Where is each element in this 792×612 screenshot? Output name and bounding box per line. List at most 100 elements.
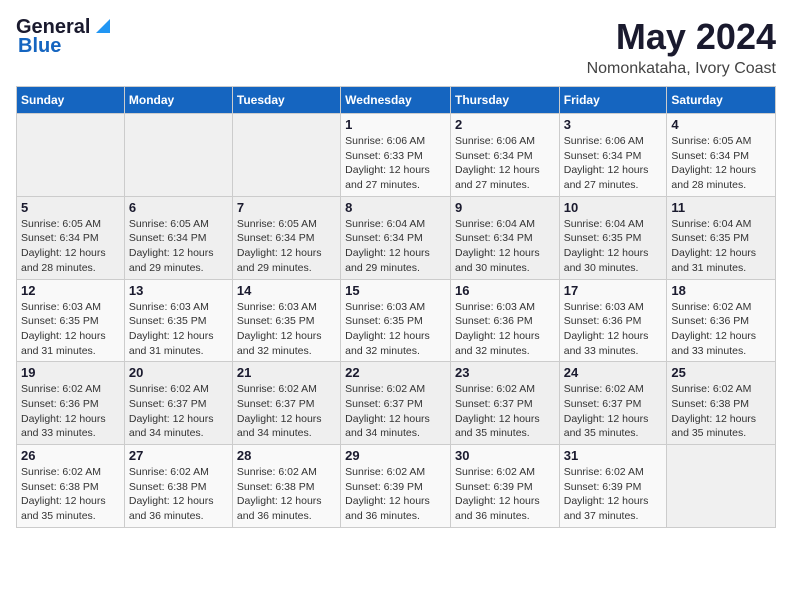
- calendar-day-cell: 10 Sunrise: 6:04 AMSunset: 6:35 PMDaylig…: [559, 196, 667, 279]
- calendar-week-row: 1 Sunrise: 6:06 AMSunset: 6:33 PMDayligh…: [17, 114, 776, 197]
- day-info: Sunrise: 6:04 AMSunset: 6:35 PMDaylight:…: [564, 218, 649, 274]
- day-info: Sunrise: 6:04 AMSunset: 6:34 PMDaylight:…: [455, 218, 540, 274]
- calendar-day-cell: [667, 445, 776, 528]
- day-info: Sunrise: 6:02 AMSunset: 6:37 PMDaylight:…: [129, 383, 214, 439]
- logo: General Blue: [16, 16, 114, 58]
- calendar-day-cell: 5 Sunrise: 6:05 AMSunset: 6:34 PMDayligh…: [17, 196, 125, 279]
- day-info: Sunrise: 6:02 AMSunset: 6:38 PMDaylight:…: [671, 383, 756, 439]
- day-info: Sunrise: 6:03 AMSunset: 6:35 PMDaylight:…: [345, 301, 430, 357]
- day-number: 29: [345, 448, 446, 463]
- day-info: Sunrise: 6:03 AMSunset: 6:35 PMDaylight:…: [237, 301, 322, 357]
- day-number: 16: [455, 283, 555, 298]
- calendar-day-cell: 28 Sunrise: 6:02 AMSunset: 6:38 PMDaylig…: [232, 445, 340, 528]
- day-number: 18: [671, 283, 771, 298]
- calendar-day-cell: [232, 114, 340, 197]
- day-info: Sunrise: 6:06 AMSunset: 6:34 PMDaylight:…: [564, 135, 649, 191]
- day-number: 13: [129, 283, 228, 298]
- day-number: 8: [345, 200, 446, 215]
- day-number: 19: [21, 365, 120, 380]
- day-number: 3: [564, 117, 663, 132]
- day-number: 22: [345, 365, 446, 380]
- day-info: Sunrise: 6:02 AMSunset: 6:37 PMDaylight:…: [564, 383, 649, 439]
- calendar-day-cell: 12 Sunrise: 6:03 AMSunset: 6:35 PMDaylig…: [17, 279, 125, 362]
- calendar-day-cell: 18 Sunrise: 6:02 AMSunset: 6:36 PMDaylig…: [667, 279, 776, 362]
- calendar-week-row: 19 Sunrise: 6:02 AMSunset: 6:36 PMDaylig…: [17, 362, 776, 445]
- day-info: Sunrise: 6:03 AMSunset: 6:36 PMDaylight:…: [564, 301, 649, 357]
- page-header: General Blue May 2024 Nomonkataha, Ivory…: [16, 16, 776, 78]
- calendar-day-cell: 31 Sunrise: 6:02 AMSunset: 6:39 PMDaylig…: [559, 445, 667, 528]
- day-number: 14: [237, 283, 336, 298]
- calendar-table: SundayMondayTuesdayWednesdayThursdayFrid…: [16, 86, 776, 528]
- day-number: 30: [455, 448, 555, 463]
- day-number: 11: [671, 200, 771, 215]
- calendar-day-cell: 13 Sunrise: 6:03 AMSunset: 6:35 PMDaylig…: [124, 279, 232, 362]
- day-number: 20: [129, 365, 228, 380]
- day-info: Sunrise: 6:03 AMSunset: 6:35 PMDaylight:…: [21, 301, 106, 357]
- calendar-day-cell: 24 Sunrise: 6:02 AMSunset: 6:37 PMDaylig…: [559, 362, 667, 445]
- calendar-day-cell: 9 Sunrise: 6:04 AMSunset: 6:34 PMDayligh…: [450, 196, 559, 279]
- weekday-header: Sunday: [17, 87, 125, 114]
- logo-blue-text: Blue: [18, 35, 61, 58]
- day-info: Sunrise: 6:05 AMSunset: 6:34 PMDaylight:…: [129, 218, 214, 274]
- calendar-day-cell: [17, 114, 125, 197]
- day-number: 17: [564, 283, 663, 298]
- calendar-day-cell: 21 Sunrise: 6:02 AMSunset: 6:37 PMDaylig…: [232, 362, 340, 445]
- calendar-day-cell: 15 Sunrise: 6:03 AMSunset: 6:35 PMDaylig…: [341, 279, 451, 362]
- calendar-day-cell: 8 Sunrise: 6:04 AMSunset: 6:34 PMDayligh…: [341, 196, 451, 279]
- weekday-header: Saturday: [667, 87, 776, 114]
- day-info: Sunrise: 6:04 AMSunset: 6:34 PMDaylight:…: [345, 218, 430, 274]
- calendar-week-row: 5 Sunrise: 6:05 AMSunset: 6:34 PMDayligh…: [17, 196, 776, 279]
- day-number: 25: [671, 365, 771, 380]
- calendar-day-cell: [124, 114, 232, 197]
- calendar-day-cell: 11 Sunrise: 6:04 AMSunset: 6:35 PMDaylig…: [667, 196, 776, 279]
- day-info: Sunrise: 6:02 AMSunset: 6:39 PMDaylight:…: [345, 466, 430, 522]
- day-info: Sunrise: 6:02 AMSunset: 6:39 PMDaylight:…: [455, 466, 540, 522]
- calendar-day-cell: 23 Sunrise: 6:02 AMSunset: 6:37 PMDaylig…: [450, 362, 559, 445]
- calendar-header-row: SundayMondayTuesdayWednesdayThursdayFrid…: [17, 87, 776, 114]
- title-block: May 2024 Nomonkataha, Ivory Coast: [587, 16, 776, 78]
- weekday-header: Tuesday: [232, 87, 340, 114]
- location: Nomonkataha, Ivory Coast: [587, 60, 776, 78]
- day-number: 26: [21, 448, 120, 463]
- calendar-day-cell: 6 Sunrise: 6:05 AMSunset: 6:34 PMDayligh…: [124, 196, 232, 279]
- day-info: Sunrise: 6:02 AMSunset: 6:39 PMDaylight:…: [564, 466, 649, 522]
- day-info: Sunrise: 6:02 AMSunset: 6:36 PMDaylight:…: [671, 301, 756, 357]
- day-info: Sunrise: 6:05 AMSunset: 6:34 PMDaylight:…: [21, 218, 106, 274]
- day-number: 10: [564, 200, 663, 215]
- calendar-day-cell: 29 Sunrise: 6:02 AMSunset: 6:39 PMDaylig…: [341, 445, 451, 528]
- day-info: Sunrise: 6:06 AMSunset: 6:33 PMDaylight:…: [345, 135, 430, 191]
- calendar-day-cell: 27 Sunrise: 6:02 AMSunset: 6:38 PMDaylig…: [124, 445, 232, 528]
- calendar-day-cell: 14 Sunrise: 6:03 AMSunset: 6:35 PMDaylig…: [232, 279, 340, 362]
- month-year: May 2024: [587, 16, 776, 58]
- day-info: Sunrise: 6:05 AMSunset: 6:34 PMDaylight:…: [671, 135, 756, 191]
- day-info: Sunrise: 6:02 AMSunset: 6:37 PMDaylight:…: [237, 383, 322, 439]
- day-number: 31: [564, 448, 663, 463]
- weekday-header: Monday: [124, 87, 232, 114]
- day-number: 27: [129, 448, 228, 463]
- day-number: 23: [455, 365, 555, 380]
- day-number: 9: [455, 200, 555, 215]
- calendar-day-cell: 4 Sunrise: 6:05 AMSunset: 6:34 PMDayligh…: [667, 114, 776, 197]
- day-info: Sunrise: 6:02 AMSunset: 6:38 PMDaylight:…: [237, 466, 322, 522]
- day-info: Sunrise: 6:02 AMSunset: 6:38 PMDaylight:…: [21, 466, 106, 522]
- day-number: 1: [345, 117, 446, 132]
- day-info: Sunrise: 6:02 AMSunset: 6:38 PMDaylight:…: [129, 466, 214, 522]
- day-info: Sunrise: 6:05 AMSunset: 6:34 PMDaylight:…: [237, 218, 322, 274]
- calendar-day-cell: 3 Sunrise: 6:06 AMSunset: 6:34 PMDayligh…: [559, 114, 667, 197]
- calendar-day-cell: 22 Sunrise: 6:02 AMSunset: 6:37 PMDaylig…: [341, 362, 451, 445]
- day-info: Sunrise: 6:02 AMSunset: 6:37 PMDaylight:…: [345, 383, 430, 439]
- weekday-header: Thursday: [450, 87, 559, 114]
- day-number: 28: [237, 448, 336, 463]
- calendar-week-row: 26 Sunrise: 6:02 AMSunset: 6:38 PMDaylig…: [17, 445, 776, 528]
- day-number: 7: [237, 200, 336, 215]
- day-info: Sunrise: 6:03 AMSunset: 6:35 PMDaylight:…: [129, 301, 214, 357]
- day-number: 21: [237, 365, 336, 380]
- calendar-day-cell: 2 Sunrise: 6:06 AMSunset: 6:34 PMDayligh…: [450, 114, 559, 197]
- day-info: Sunrise: 6:04 AMSunset: 6:35 PMDaylight:…: [671, 218, 756, 274]
- calendar-day-cell: 16 Sunrise: 6:03 AMSunset: 6:36 PMDaylig…: [450, 279, 559, 362]
- calendar-day-cell: 19 Sunrise: 6:02 AMSunset: 6:36 PMDaylig…: [17, 362, 125, 445]
- day-info: Sunrise: 6:02 AMSunset: 6:36 PMDaylight:…: [21, 383, 106, 439]
- calendar-day-cell: 25 Sunrise: 6:02 AMSunset: 6:38 PMDaylig…: [667, 362, 776, 445]
- day-number: 12: [21, 283, 120, 298]
- day-info: Sunrise: 6:03 AMSunset: 6:36 PMDaylight:…: [455, 301, 540, 357]
